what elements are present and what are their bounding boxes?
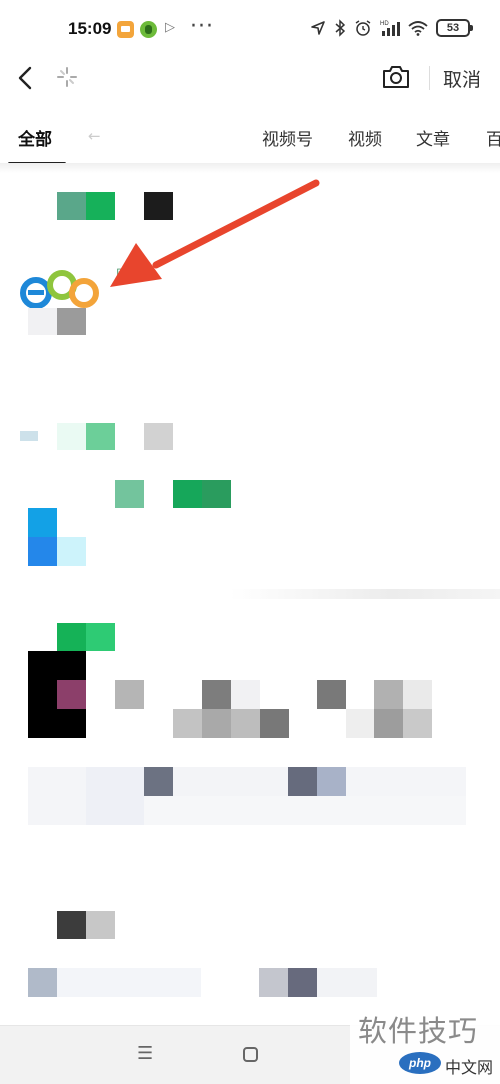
tab-baike[interactable]: 百 [486, 125, 500, 150]
mosaic-block [288, 767, 317, 796]
notification-app-icon-2 [140, 21, 157, 38]
mosaic-block [288, 968, 317, 997]
mosaic-block [403, 709, 432, 738]
home-icon[interactable] [243, 1047, 258, 1062]
status-time: 15:09 [68, 19, 112, 38]
mosaic-block [144, 796, 466, 825]
notification-app-icon [117, 21, 134, 38]
mosaic-block [259, 968, 288, 997]
mosaic-block [57, 192, 86, 220]
mosaic-block [57, 537, 86, 566]
mosaic-block [28, 968, 57, 997]
result-logo[interactable] [20, 263, 100, 313]
watermark-site: 中文网 [445, 1058, 494, 1077]
annotation-arrow [110, 179, 320, 287]
cancel-button[interactable]: 取消 [443, 65, 481, 92]
tab-videos[interactable]: 视频 [348, 125, 382, 150]
play-icon: ▷ [165, 20, 175, 35]
mosaic-block [403, 680, 432, 709]
wifi-icon [408, 21, 428, 36]
watermark: 软件技巧 php 中文网 [350, 1006, 500, 1084]
mosaic-block [346, 767, 466, 796]
more-notifications-icon: ··· [190, 14, 214, 39]
mosaic-block [231, 680, 260, 709]
status-icons: HD 53 [310, 17, 473, 39]
mosaic-block [115, 680, 144, 709]
mosaic-block [231, 709, 260, 738]
mosaic-block [346, 709, 375, 738]
hd-signal-icon: HD [380, 21, 400, 36]
menu-icon[interactable]: ☰ [137, 1043, 153, 1064]
alarm-icon [355, 20, 371, 36]
search-header: 取消 [0, 56, 500, 102]
mosaic-block [57, 680, 86, 709]
mosaic-block [28, 537, 57, 566]
mosaic-block [57, 911, 86, 939]
mosaic-block [57, 968, 201, 997]
mosaic-block [86, 623, 115, 651]
mosaic-block [28, 508, 57, 537]
mosaic-block [374, 680, 403, 709]
mosaic-block [57, 308, 86, 335]
mosaic-block [374, 709, 403, 738]
camera-icon[interactable] [381, 63, 411, 91]
mosaic-block [317, 680, 346, 709]
mosaic-block [173, 480, 202, 508]
mosaic-block [86, 423, 115, 450]
mosaic-block [202, 680, 231, 709]
search-tabs: 全部 ← 视频号 视频 文章 百 [0, 113, 500, 167]
mosaic-block [144, 767, 173, 796]
loading-spinner-icon [57, 67, 77, 87]
mosaic-block [202, 480, 231, 508]
mosaic-block [317, 968, 377, 997]
mosaic-block [86, 911, 115, 939]
tab-articles[interactable]: 文章 [416, 125, 450, 150]
search-results-mosaic: 网 [0, 175, 500, 1025]
tab-all[interactable]: 全部 [18, 125, 52, 150]
bluetooth-icon [335, 19, 346, 37]
mosaic-block [57, 423, 86, 450]
status-bar: 15:09 ▷ ··· HD 53 [0, 0, 500, 56]
php-logo: php [399, 1052, 441, 1074]
back-arrow-icon[interactable] [14, 60, 38, 96]
battery-icon: 53 [436, 19, 473, 37]
mosaic-block [260, 709, 289, 738]
mosaic-block [86, 767, 144, 825]
mosaic-block [173, 709, 202, 738]
tabs-shadow [0, 163, 500, 173]
mosaic-block [20, 431, 38, 441]
mosaic-block [173, 767, 288, 796]
mosaic-block [202, 709, 231, 738]
watermark-text: 软件技巧 [358, 1014, 479, 1048]
arrow-left-icon: ← [88, 127, 101, 145]
mosaic-block [28, 308, 57, 335]
tab-channels[interactable]: 视频号 [262, 125, 313, 150]
mosaic-block [115, 480, 144, 508]
header-divider [429, 66, 430, 90]
mosaic-block [57, 623, 86, 651]
mosaic-block [28, 767, 86, 825]
mosaic-block [144, 423, 173, 450]
mosaic-block [317, 767, 346, 796]
svg-text:HD: HD [380, 21, 389, 27]
location-icon [311, 21, 325, 35]
result-separator [230, 589, 500, 599]
